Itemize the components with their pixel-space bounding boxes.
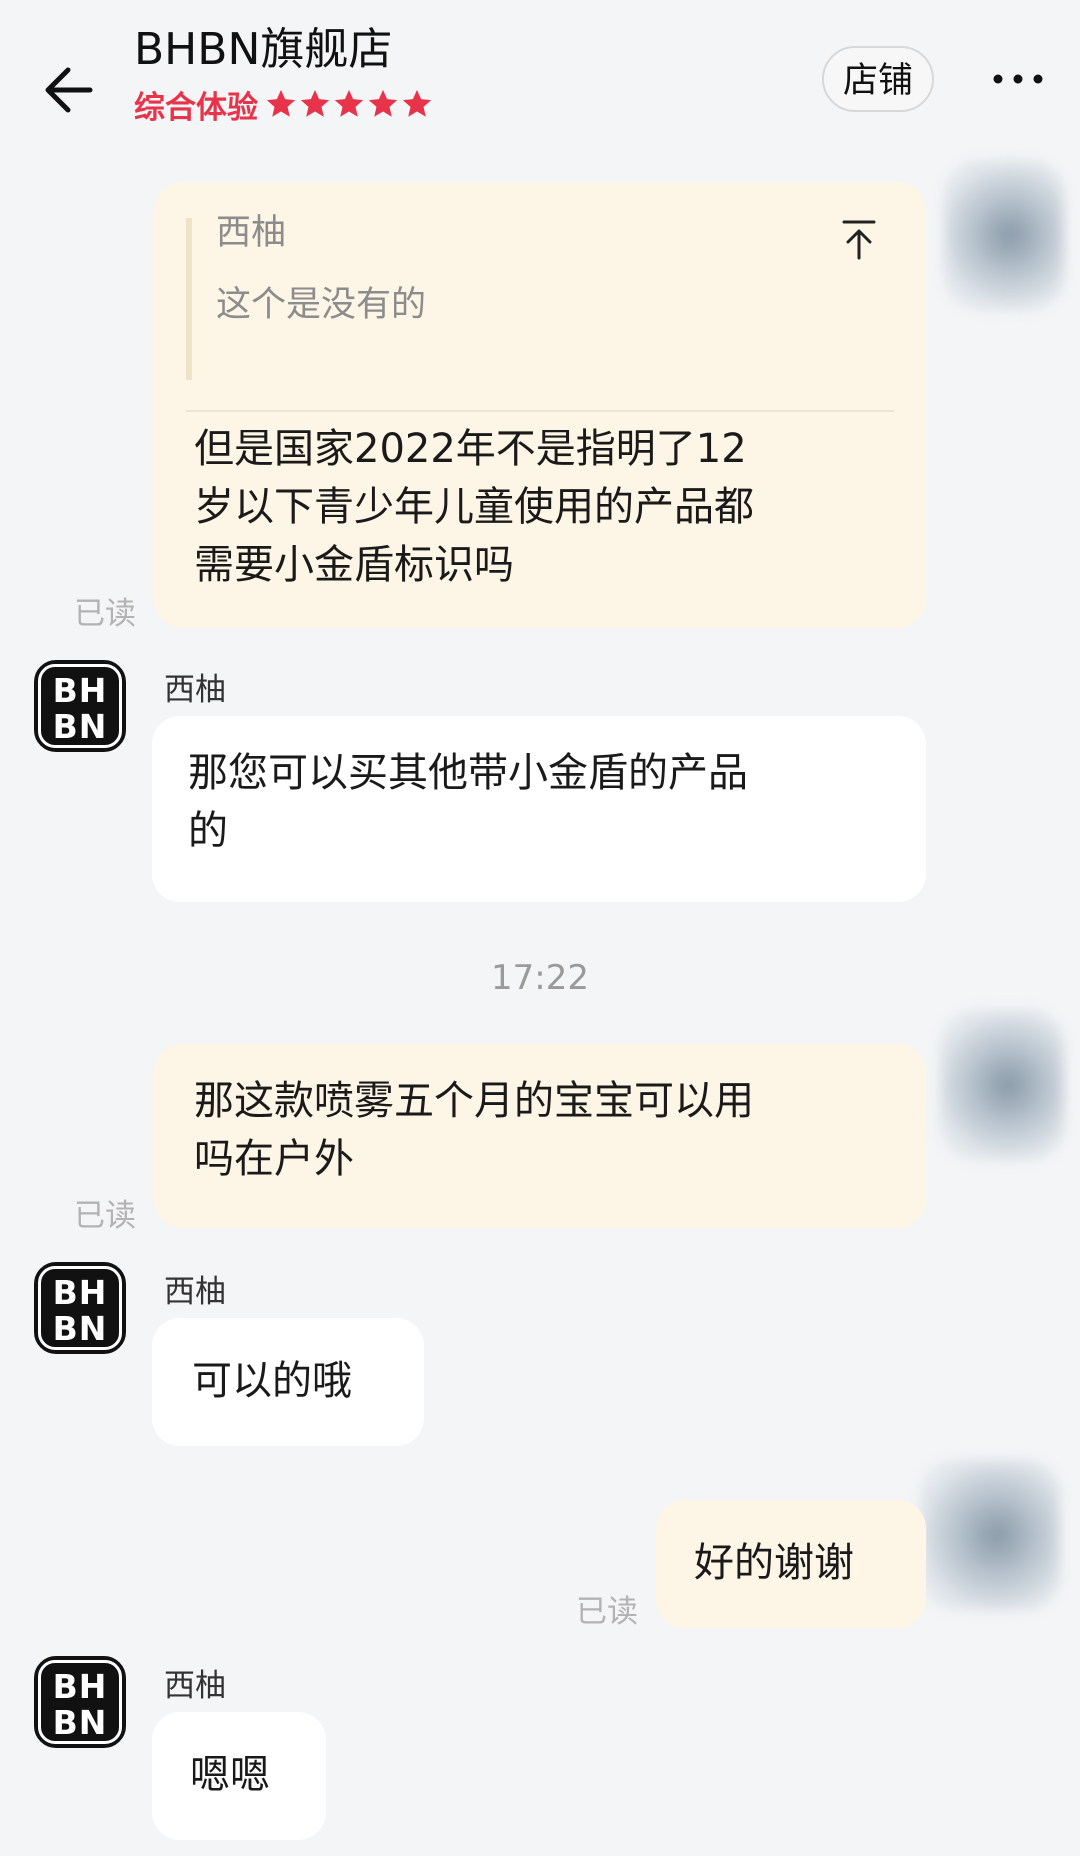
- sender-name: 西柚: [164, 1668, 226, 1704]
- message-line: 岁以下青少年儿童使用的产品都: [194, 484, 754, 530]
- incoming-message-bubble[interactable]: 嗯嗯: [152, 1712, 326, 1840]
- quote-bar: [186, 218, 192, 380]
- shop-logo: BH BN: [38, 1266, 122, 1350]
- read-status: 已读: [74, 596, 136, 632]
- quoted-sender: 西柚: [216, 213, 287, 253]
- back-arrow-icon[interactable]: [38, 58, 102, 122]
- shop-avatar[interactable]: BH BN: [34, 1656, 126, 1748]
- message-line: 那您可以买其他带小金盾的产品: [188, 750, 748, 796]
- outgoing-message-bubble[interactable]: 好的谢谢: [656, 1500, 926, 1628]
- read-status: 已读: [74, 1198, 136, 1234]
- sender-name: 西柚: [164, 672, 226, 708]
- message-line: 的: [188, 808, 228, 854]
- shop-avatar[interactable]: BH BN: [34, 660, 126, 752]
- incoming-message-bubble[interactable]: 可以的哦: [152, 1318, 424, 1446]
- message-line: 那这款喷雾五个月的宝宝可以用: [194, 1078, 754, 1124]
- shop-avatar[interactable]: BH BN: [34, 1262, 126, 1354]
- message-line: 可以的哦: [192, 1358, 352, 1404]
- message-line: 好的谢谢: [694, 1540, 854, 1586]
- quote-divider: [186, 410, 894, 412]
- message-line: 吗在户外: [194, 1136, 354, 1182]
- user-avatar[interactable]: [940, 1010, 1064, 1160]
- user-avatar[interactable]: [944, 160, 1064, 310]
- incoming-message-bubble[interactable]: 那您可以买其他带小金盾的产品 的: [152, 716, 926, 902]
- rating-label: 综合体验: [134, 89, 258, 126]
- message-text: 但是国家2022年不是指明了12 岁以下青少年儿童使用的产品都 需要小金盾标识吗: [194, 420, 914, 594]
- shop-logo: BH BN: [38, 664, 122, 748]
- arrow-to-top-icon[interactable]: [840, 218, 878, 260]
- rating-row: 综合体验: [134, 82, 434, 126]
- sender-name: 西柚: [164, 1274, 226, 1310]
- outgoing-message-bubble[interactable]: 西柚 这个是没有的 但是国家2022年不是指明了12 岁以下青少年儿童使用的产品…: [154, 182, 926, 628]
- quoted-text: 这个是没有的: [216, 285, 427, 325]
- message-line: 需要小金盾标识吗: [194, 542, 514, 588]
- shop-title: BHBN旗舰店: [134, 24, 393, 75]
- star-icon: [368, 89, 398, 117]
- user-avatar[interactable]: [920, 1460, 1060, 1610]
- timestamp: 17:22: [491, 958, 589, 998]
- message-line: 但是国家2022年不是指明了12: [194, 426, 747, 472]
- shop-logo: BH BN: [38, 1660, 122, 1744]
- more-dots-icon[interactable]: [990, 66, 1046, 92]
- star-icon: [300, 89, 330, 117]
- star-icon: [402, 89, 432, 117]
- read-status: 已读: [576, 1594, 638, 1630]
- star-icon: [334, 89, 364, 117]
- message-line: 嗯嗯: [190, 1752, 270, 1798]
- outgoing-message-bubble[interactable]: 那这款喷雾五个月的宝宝可以用 吗在户外: [154, 1044, 926, 1228]
- star-icon: [266, 89, 296, 117]
- shop-button[interactable]: 店铺: [822, 46, 934, 112]
